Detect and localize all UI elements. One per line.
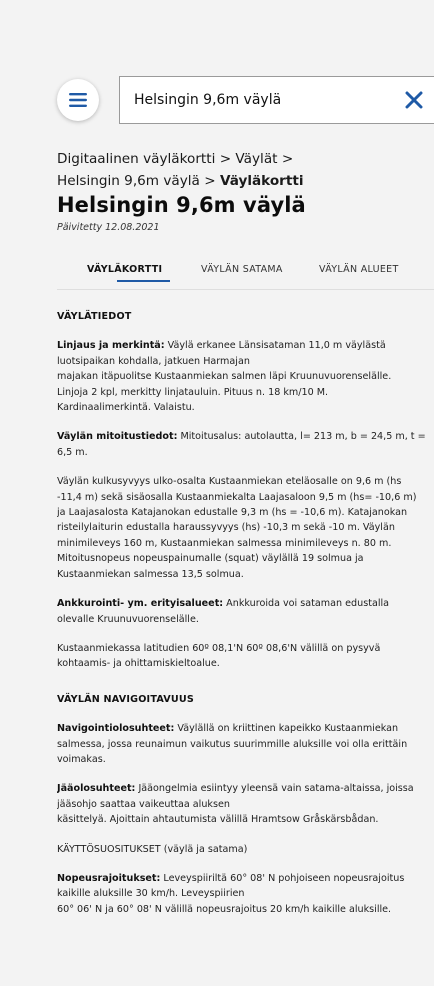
text-line: Kustaanmiekan salmessa 13,5 solmua. (57, 568, 244, 580)
hamburger-menu-icon (69, 93, 87, 107)
text-line: Kardinaalimerkintä. Valaistu. (57, 402, 195, 414)
text-line: -11,4 m) sekä sisäosalla Kustaanmiekalta… (57, 491, 417, 503)
breadcrumb-separator: > (281, 151, 294, 167)
text-line: risteilylaiturin edustalla haraussyvyys … (57, 522, 395, 534)
search-field (119, 76, 434, 124)
section-heading-navigability: VÄYLÄN NAVIGOITAVUUS (57, 693, 195, 705)
search-input[interactable] (120, 77, 384, 123)
active-tab-indicator (117, 280, 170, 282)
text-line: Väylän kulkusyvyys ulko-osalta Kustaanmi… (57, 476, 402, 488)
tab-fairway-harbour[interactable]: VÄYLÄN SATAMA (201, 264, 283, 275)
alignment-label: Linjaus ja merkintä: (57, 340, 165, 352)
breadcrumb-link-fairway[interactable]: Helsingin 9,6m väylä (57, 173, 200, 189)
page-title: Helsingin 9,6m väylä (57, 193, 306, 217)
anchoring-label: Ankkurointi- ym. erityisalueet: (57, 598, 224, 610)
tab-bar: VÄYLÄKORTTI VÄYLÄN SATAMA VÄYLÄN ALUEET (57, 259, 434, 290)
menu-button[interactable] (57, 79, 99, 121)
text-line: majakan itäpuolitse Kustaanmiekan salmen… (57, 371, 392, 383)
text-line: 6,5 m. (57, 446, 88, 458)
text-line: 60° 06' N ja 60° 08' N välillä nopeusraj… (57, 903, 392, 915)
text-line: olevalle Kruunuvuorenselälle. (57, 613, 199, 625)
breadcrumb: Digitaalinen väyläkortti > Väylät > Hels… (57, 148, 427, 192)
text-line: minimileveys 160 m, Kustaanmiekan salmes… (57, 537, 392, 549)
text-line: Mitoitusnopeus nopeuspainumalle (squat) … (57, 553, 364, 565)
fairway-card-content: VÄYLÄTIEDOT Linjaus ja merkintä: Väylä e… (57, 309, 434, 931)
text-line: salmessa, jossa reunaimun vaikutus suuri… (57, 738, 408, 750)
alignment-paragraph: Linjaus ja merkintä: Väylä erkanee Länsi… (57, 338, 434, 415)
no-passing-paragraph: Kustaanmiekassa latitudien 60º 08,1'N 60… (57, 641, 434, 672)
text-line: Leveyspiiriltä 60° 08' N pohjoiseen nope… (160, 872, 405, 884)
text-line: kohtaamis- ja ohittamiskieltoalue. (57, 658, 220, 670)
ice-conditions-label: Jääolosuhteet: (57, 783, 136, 795)
text-line: käsittelyä. Ajoittain ahtautumista välil… (57, 814, 379, 826)
breadcrumb-link-fairways[interactable]: Väylät (235, 151, 277, 167)
tab-fairway-areas[interactable]: VÄYLÄN ALUEET (319, 264, 399, 275)
anchoring-paragraph: Ankkurointi- ym. erityisalueet: Ankkuroi… (57, 596, 434, 627)
text-line: Ankkuroida voi sataman edustalla (223, 598, 390, 610)
dimensions-paragraph: Väylän mitoitustiedot: Mitoitusalus: aut… (57, 429, 434, 460)
text-line: jääsohjo saattaa vaikeuttaa aluksen (57, 798, 230, 810)
text-line: ja Laajasalosta Katajanokan edustalle 9,… (57, 507, 408, 519)
breadcrumb-separator: > (219, 151, 232, 167)
search-bar (57, 74, 434, 126)
navigation-conditions-label: Navigointiolosuhteet: (57, 723, 175, 735)
text-line: Jääongelmia esiintyy yleensä vain satama… (135, 783, 414, 795)
ice-conditions-paragraph: Jääolosuhteet: Jääongelmia esiintyy ylee… (57, 781, 434, 827)
text-line: Linjoja 2 kpl, merkitty linjatauluin. Pi… (57, 386, 329, 398)
breadcrumb-link-home[interactable]: Digitaalinen väyläkortti (57, 151, 215, 167)
breadcrumb-current: Väyläkortti (219, 173, 304, 189)
breadcrumb-separator: > (204, 173, 216, 189)
text-line: Väylä erkanee Länsisataman 11,0 m väyläs… (164, 340, 386, 352)
fairway-card-page: Digitaalinen väyläkortti > Väylät > Hels… (0, 0, 434, 986)
usage-recommendations-heading: KÄYTTÖSUOSITUKSET (väylä ja satama) (57, 843, 248, 855)
navigation-conditions-paragraph: Navigointiolosuhteet: Väylällä on kriitt… (57, 721, 434, 767)
updated-date: Päivitetty 12.08.2021 (57, 222, 160, 233)
depth-paragraph: Väylän kulkusyvyys ulko-osalta Kustaanmi… (57, 474, 434, 582)
speed-limits-paragraph: Nopeusrajoitukset: Leveyspiiriltä 60° 08… (57, 871, 434, 917)
text-line: Väylällä on kriittinen kapeikko Kustaanm… (174, 723, 399, 735)
close-icon (405, 91, 423, 109)
text-line: Mitoitusalus: autolautta, l= 213 m, b = … (177, 431, 426, 443)
text-line: luotsipaikan kohdalla, jatkuen Harmajan (57, 355, 250, 367)
tab-fairway-card[interactable]: VÄYLÄKORTTI (87, 264, 162, 275)
speed-limits-label: Nopeusrajoitukset: (57, 872, 161, 884)
text-line: Kustaanmiekassa latitudien 60º 08,1'N 60… (57, 642, 381, 654)
dimensions-label: Väylän mitoitustiedot: (57, 431, 178, 443)
clear-search-button[interactable] (394, 77, 434, 123)
text-line: voimakas. (57, 753, 106, 765)
text-line: kaikille aluksille 30 km/h. Leveyspiirie… (57, 888, 245, 900)
section-heading-fairway-info: VÄYLÄTIEDOT (57, 311, 132, 322)
